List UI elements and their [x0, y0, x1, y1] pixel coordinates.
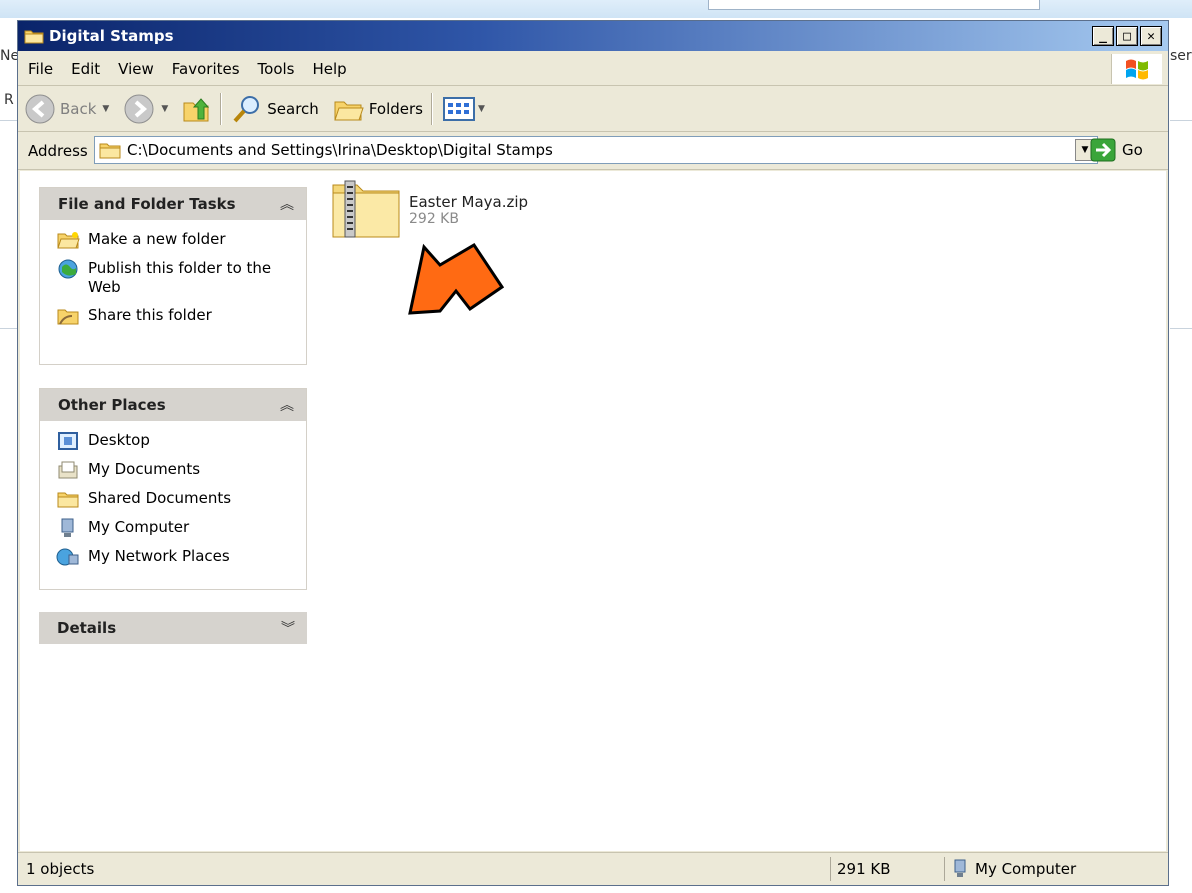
task-label: Make a new folder [88, 230, 226, 248]
status-objects: 1 objects [26, 860, 95, 878]
views-icon [442, 97, 475, 121]
search-label: Search [267, 100, 319, 118]
search-icon [233, 96, 260, 123]
go-button[interactable]: Go [1090, 138, 1143, 162]
task-make-new-folder[interactable]: Make a new folder [56, 230, 306, 250]
details-panel: Details ︾ [39, 612, 307, 645]
file-folder-tasks-header[interactable]: File and Folder Tasks ︽ [40, 188, 306, 220]
status-location: My Computer [944, 857, 1164, 881]
background-line [1170, 328, 1192, 329]
new-folder-icon [57, 232, 80, 249]
expand-chevron-icon[interactable]: ︾ [281, 618, 295, 638]
back-arrow-icon [25, 94, 55, 124]
up-folder-button[interactable] [180, 93, 212, 125]
place-label: My Computer [88, 518, 190, 536]
task-label: Share this folder [88, 306, 212, 324]
up-folder-icon [183, 98, 210, 122]
address-bar: Address C:\Documents and Settings\Irina\… [18, 133, 1168, 170]
place-label: My Documents [88, 460, 201, 478]
menu-bar: File Edit View Favorites Tools Help [18, 53, 1168, 86]
views-button[interactable]: ▼ [442, 95, 485, 123]
background-fragment-left-2: R [4, 92, 14, 108]
place-label: Desktop [88, 431, 150, 449]
menu-tools[interactable]: Tools [250, 60, 303, 78]
title-bar[interactable]: Digital Stamps _ □ ✕ [18, 21, 1168, 51]
file-name: Easter Maya.zip [409, 193, 529, 211]
other-places-panel: Other Places ︽ Desktop My Documents Shar… [39, 388, 307, 590]
panel-title: File and Folder Tasks [58, 195, 236, 213]
status-bar: 1 objects 291 KB My Computer [18, 852, 1168, 885]
window-title: Digital Stamps [49, 27, 174, 45]
forward-arrow-icon [124, 94, 154, 124]
folders-label: Folders [368, 100, 423, 118]
shared-documents-icon [57, 492, 79, 508]
file-folder-tasks-panel: File and Folder Tasks ︽ Make a new folde… [39, 187, 307, 365]
menu-file[interactable]: File [20, 60, 61, 78]
minimize-button[interactable]: _ [1092, 26, 1114, 46]
file-item[interactable]: Easter Maya.zip 292 KB [331, 179, 528, 239]
my-documents-icon [58, 461, 78, 479]
close-button[interactable]: ✕ [1140, 26, 1162, 46]
status-location-label: My Computer [975, 860, 1077, 878]
place-label: My Network Places [88, 547, 230, 565]
background-search-box [708, 0, 1040, 10]
details-header[interactable]: Details ︾ [39, 612, 307, 644]
search-button[interactable]: Search [231, 93, 319, 125]
back-label: Back [60, 100, 97, 118]
folder-icon [99, 143, 121, 159]
publish-web-icon [58, 259, 78, 279]
address-path: C:\Documents and Settings\Irina\Desktop\… [127, 141, 553, 159]
place-shared-documents[interactable]: Shared Documents [56, 489, 306, 509]
other-places-header[interactable]: Other Places ︽ [40, 389, 306, 421]
folder-icon [24, 30, 44, 44]
background-fragment-right: ser [1170, 48, 1192, 64]
menu-favorites[interactable]: Favorites [164, 60, 248, 78]
task-share-folder[interactable]: Share this folder [56, 306, 306, 326]
toolbar-separator [430, 93, 432, 125]
toolbar-separator [220, 93, 222, 125]
menu-edit[interactable]: Edit [63, 60, 108, 78]
menu-help[interactable]: Help [305, 60, 355, 78]
folders-icon [334, 101, 364, 121]
zip-folder-icon [332, 180, 400, 238]
chevron-down-icon[interactable]: ▼ [161, 104, 168, 114]
address-label: Address [28, 142, 88, 160]
place-desktop[interactable]: Desktop [56, 431, 306, 451]
desktop-icon [58, 432, 78, 450]
status-size: 291 KB [830, 857, 942, 881]
collapse-chevron-icon[interactable]: ︽ [280, 194, 294, 214]
share-folder-icon [57, 309, 79, 325]
chevron-down-icon[interactable]: ▼ [102, 104, 109, 114]
collapse-chevron-icon[interactable]: ︽ [280, 395, 294, 415]
place-label: Shared Documents [88, 489, 232, 507]
back-button[interactable]: Back ▼ [24, 93, 109, 125]
toolbar: Back ▼ ▼ Search Folders ▼ [18, 87, 1168, 132]
place-network-places[interactable]: My Network Places [56, 547, 306, 567]
windows-logo-icon [1111, 54, 1162, 84]
background-line [1170, 120, 1192, 121]
pointer-arrow-annotation [408, 242, 504, 315]
address-input[interactable]: C:\Documents and Settings\Irina\Desktop\… [94, 136, 1098, 164]
explorer-window: Digital Stamps _ □ ✕ File Edit View Favo… [17, 20, 1169, 886]
menu-view[interactable]: View [110, 60, 162, 78]
chevron-down-icon[interactable]: ▼ [478, 104, 485, 114]
network-places-icon [56, 548, 79, 566]
task-publish-web[interactable]: Publish this folder to the Web [56, 259, 306, 297]
my-computer-icon [954, 859, 966, 877]
place-my-computer[interactable]: My Computer [56, 518, 306, 538]
my-computer-icon [61, 518, 74, 537]
task-label: Publish this folder to the Web [88, 259, 272, 296]
panel-title: Details [57, 619, 117, 637]
go-arrow-icon [1090, 138, 1116, 162]
go-label: Go [1122, 141, 1143, 159]
forward-button[interactable]: ▼ [123, 93, 168, 125]
background-line [0, 120, 17, 121]
maximize-button[interactable]: □ [1116, 26, 1138, 46]
background-line [0, 328, 17, 329]
place-my-documents[interactable]: My Documents [56, 460, 306, 480]
panel-title: Other Places [58, 396, 166, 414]
folder-content-area[interactable]: File and Folder Tasks ︽ Make a new folde… [20, 171, 1166, 851]
file-size: 292 KB [409, 211, 459, 227]
folders-button[interactable]: Folders [333, 95, 423, 123]
